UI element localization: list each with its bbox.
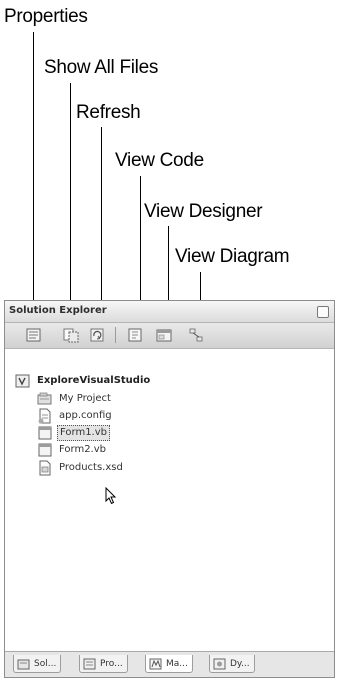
tree-item-label: My Project [59, 393, 111, 404]
callout-view-diagram: View Diagram [175, 246, 290, 267]
panel-toolbar [5, 323, 334, 349]
callout-refresh: Refresh [76, 102, 141, 123]
view-designer-button[interactable] [155, 327, 173, 343]
my-project-icon [37, 392, 52, 405]
show-all-files-button[interactable] [62, 327, 80, 343]
callout-properties: Properties [4, 6, 88, 27]
leader-line-show-all-files [70, 83, 71, 325]
toolbar-separator [115, 327, 116, 343]
leader-line-refresh [101, 127, 102, 325]
show-all-files-icon [63, 328, 79, 343]
mouse-pointer-icon [105, 487, 117, 505]
panel-titlebar: Solution Explorer [5, 301, 334, 323]
properties-button[interactable] [25, 327, 43, 343]
tree-root-project[interactable]: ExploreVisualStudio [15, 373, 152, 389]
auto-hide-pin-icon[interactable] [317, 306, 329, 318]
dataset-file-icon [39, 460, 51, 476]
tab-properties[interactable]: Pro... [79, 655, 128, 673]
tree-item-app-config[interactable]: app.config [37, 408, 114, 424]
form-file-icon [38, 426, 52, 440]
callout-view-code: View Code [115, 150, 204, 171]
view-diagram-button[interactable] [187, 327, 205, 343]
tab-macro-explorer[interactable]: Ma... [145, 655, 193, 673]
tree-item-label: Products.xsd [59, 462, 123, 473]
screenshot: Properties Show All Files Refresh View C… [0, 0, 339, 685]
tree-item-my-project[interactable]: My Project [37, 391, 113, 407]
macro-explorer-icon [149, 658, 162, 669]
tree-item-form2[interactable]: Form2.vb [37, 442, 108, 458]
solution-tree: ExploreVisualStudio My Project app.confi… [5, 349, 334, 649]
panel-title: Solution Explorer [9, 305, 107, 316]
view-code-icon [128, 328, 142, 342]
tool-window-tabs: Sol... Pro... Ma... Dy... [5, 651, 334, 677]
tab-solution-explorer[interactable]: Sol... [13, 655, 62, 673]
dynamic-help-icon [213, 658, 226, 669]
tree-item-label: Form1.vb [57, 425, 110, 441]
view-designer-icon [156, 329, 172, 342]
callout-show-all-files: Show All Files [44, 57, 159, 78]
tab-label: Sol... [34, 658, 57, 669]
form-file-icon [38, 443, 52, 457]
solution-explorer-panel: Solution Explorer ExploreVisualStudio My… [4, 300, 335, 678]
tab-label: Pro... [100, 658, 123, 669]
view-diagram-icon [189, 328, 203, 342]
tab-label: Dy... [230, 658, 250, 669]
tab-dynamic-help[interactable]: Dy... [209, 655, 255, 673]
tree-item-label: app.config [59, 410, 112, 421]
tree-item-label: Form2.vb [59, 444, 106, 455]
properties-icon [26, 328, 41, 342]
refresh-icon [90, 328, 104, 342]
solution-explorer-icon [17, 659, 30, 669]
properties-icon [83, 658, 96, 669]
view-code-button[interactable] [127, 327, 145, 343]
refresh-button[interactable] [89, 327, 107, 343]
leader-line-properties [33, 32, 34, 325]
tree-root-label: ExploreVisualStudio [37, 375, 151, 386]
tree-item-products-xsd[interactable]: Products.xsd [37, 460, 125, 476]
config-file-icon [38, 408, 51, 424]
callout-view-designer: View Designer [144, 201, 263, 222]
tab-label: Ma... [166, 658, 188, 669]
tree-item-form1[interactable]: Form1.vb [37, 425, 110, 441]
vb-project-icon [15, 374, 30, 388]
